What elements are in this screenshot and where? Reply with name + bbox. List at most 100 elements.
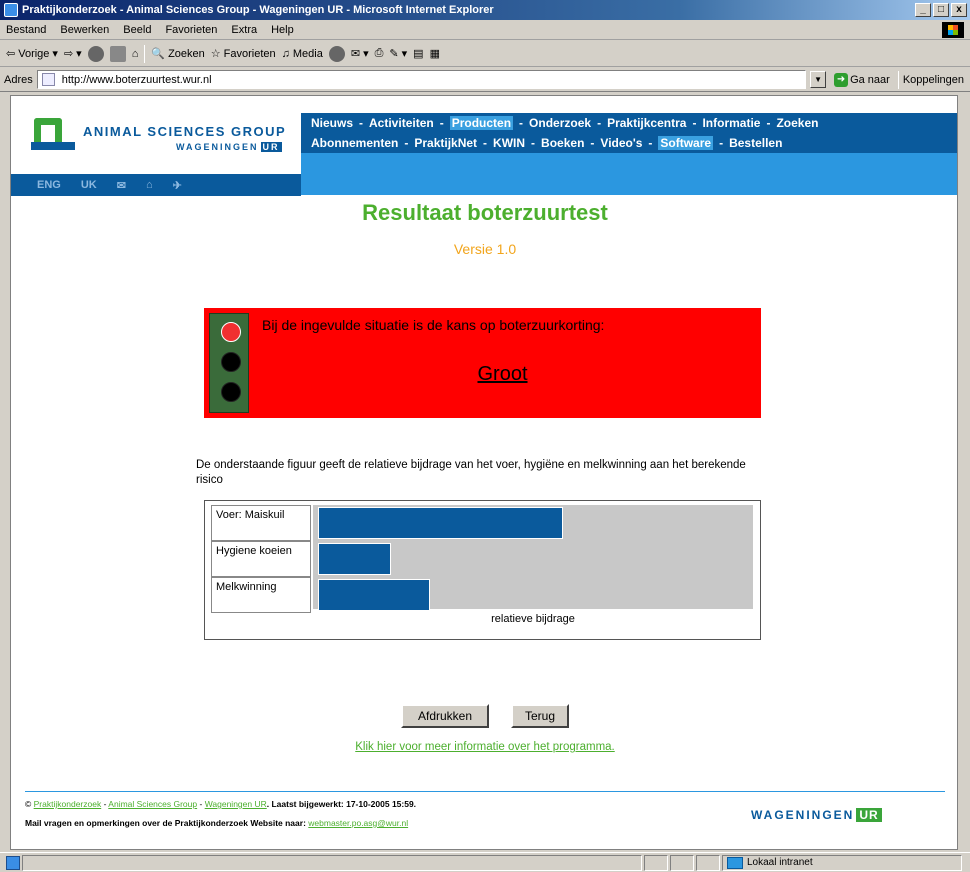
stop-button[interactable] [87, 45, 104, 62]
status-cell [696, 854, 720, 871]
edit-button[interactable]: ✎ ▾ [389, 47, 407, 60]
zone-label: Lokaal intranet [747, 857, 813, 868]
sub-nav: Abonnementen - PraktijkNet - KWIN - Boeken -… [301, 133, 957, 153]
forward-button[interactable]: ⇨ ▾ [64, 47, 82, 60]
mail-button[interactable]: ✉ ▾ [351, 47, 369, 60]
chart-category-label: Voer: Maiskuil [211, 505, 311, 541]
back-label: Vorige [18, 47, 50, 60]
favorites-label: Favorieten [223, 47, 276, 60]
nav-informatie[interactable]: Informatie [702, 116, 760, 130]
chart-category-label: Melkwinning [211, 577, 311, 613]
logo-wageningen: WAGENINGEN [176, 142, 259, 152]
chart-x-label: relatieve bijdrage [491, 613, 575, 625]
ie-app-icon [4, 3, 18, 17]
menu-bestand[interactable]: Bestand [6, 24, 46, 36]
footer-logo-ur: UR [856, 808, 882, 822]
footer-logo[interactable]: WAGENINGEN UR [751, 808, 882, 822]
more-info-link[interactable]: Klik hier voor meer informatie over het … [11, 741, 957, 753]
uk-icon[interactable]: UK [81, 179, 97, 191]
nav-bestellen[interactable]: Bestellen [729, 136, 782, 150]
search-icon: 🔍 [151, 48, 166, 60]
chevron-down-icon: ▾ [363, 48, 369, 60]
english-icon[interactable]: ENG [37, 179, 61, 191]
back-button[interactable]: ⇦ Vorige ▾ [6, 47, 58, 61]
route-icon[interactable]: ✈ [173, 179, 182, 192]
print-button[interactable]: Afdrukken [401, 704, 489, 728]
address-input[interactable]: http://www.boterzuurtest.wur.nl [36, 70, 807, 89]
printer-icon: ⎙ [374, 47, 384, 59]
footer-link-wur[interactable]: Wageningen UR [205, 799, 267, 809]
menu-bewerken[interactable]: Bewerken [60, 24, 109, 36]
risk-answer: Groot [477, 363, 528, 385]
media-button[interactable]: ♫ Media [282, 48, 323, 60]
favorites-button[interactable]: ☆ Favorieten [211, 47, 276, 61]
contribution-chart: Voer: Maiskuil Hygiene koeien Melkwinnin… [204, 500, 761, 640]
chevron-down-icon: ▾ [401, 48, 408, 60]
logo-ur: UR [260, 142, 282, 152]
menu-beeld[interactable]: Beeld [123, 24, 151, 36]
site-logo[interactable]: ANIMAL SCIENCES GROUP WAGENINGEN UR [11, 96, 301, 174]
red-light-icon [221, 322, 241, 342]
nav-praktijknet[interactable]: PraktijkNet [414, 136, 477, 150]
nav-kwin[interactable]: KWIN [493, 136, 525, 150]
menu-favorieten[interactable]: Favorieten [165, 24, 217, 36]
nav-producten[interactable]: Producten [449, 116, 514, 130]
nav-videos[interactable]: Video's [600, 136, 642, 150]
page-content: ANIMAL SCIENCES GROUP WAGENINGEN UR Nieuw… [10, 95, 958, 850]
chart-bar [318, 579, 430, 611]
refresh-button[interactable] [109, 45, 126, 62]
page-title: Resultaat boterzuurtest [362, 200, 608, 225]
nav-activiteiten[interactable]: Activiteiten [369, 116, 434, 130]
nav-abonnementen[interactable]: Abonnementen [311, 136, 398, 150]
messenger-button[interactable]: ▦ [430, 47, 440, 60]
status-text-cell [22, 854, 642, 871]
webmaster-email-link[interactable]: webmaster.po.asg@wur.nl [308, 818, 408, 828]
address-bar: Adres http://www.boterzuurtest.wur.nl ▼ … [0, 68, 970, 92]
address-url: http://www.boterzuurtest.wur.nl [61, 73, 212, 86]
page-icon [41, 73, 55, 86]
back-arrow-icon: ⇦ [6, 48, 16, 60]
search-button[interactable]: 🔍 Zoeken [151, 47, 204, 61]
discuss-button[interactable]: ▤ [413, 47, 423, 60]
home-button[interactable]: ⌂ [132, 48, 139, 60]
mail-text: Mail vragen en opmerkingen over de Prakt… [25, 818, 306, 828]
home-icon[interactable]: ⌂ [146, 179, 153, 191]
security-zone: Lokaal intranet [722, 854, 962, 871]
nav-zoeken[interactable]: Zoeken [776, 116, 818, 130]
links-button[interactable]: Koppelingen [903, 74, 970, 86]
go-label: Ga naar [850, 73, 890, 86]
go-button[interactable]: ➜ Ga naar [830, 72, 894, 87]
risk-result-box: Bij de ingevulde situatie is de kans op … [204, 308, 761, 418]
nav-praktijkcentra[interactable]: Praktijkcentra [607, 116, 686, 130]
discuss-icon: ▤ [413, 48, 424, 60]
chevron-down-icon: ▾ [76, 48, 82, 60]
footer-link-praktijkonderzoek[interactable]: Praktijkonderzoek [34, 799, 102, 809]
forward-arrow-icon: ⇨ [63, 48, 74, 60]
footer-link-asg[interactable]: Animal Sciences Group [108, 799, 197, 809]
history-button[interactable] [328, 45, 345, 62]
print-toolbar-button[interactable]: ⎙ [375, 47, 384, 60]
minimize-button[interactable]: _ [915, 3, 931, 17]
status-cell [670, 854, 694, 871]
maximize-button[interactable]: □ [933, 3, 949, 17]
close-button[interactable]: x [951, 3, 967, 17]
menu-help[interactable]: Help [271, 24, 294, 36]
messenger-icon: ▦ [429, 48, 440, 60]
address-label: Adres [4, 73, 33, 86]
toolbar: ⇦ Vorige ▾ ⇨ ▾ ⌂ 🔍 Zoeken ☆ Favorieten ♫ … [0, 41, 970, 67]
nav-software[interactable]: Software [658, 136, 714, 150]
address-dropdown[interactable]: ▼ [810, 71, 827, 88]
home-icon: ⌂ [131, 47, 139, 60]
page-version: Versie 1.0 [453, 241, 517, 257]
risk-question: Bij de ingevulde situatie is de kans op … [262, 317, 605, 333]
logo-text-asg: ANIMAL SCIENCES GROUP [83, 124, 287, 139]
menu-extra[interactable]: Extra [231, 24, 257, 36]
asg-logo-icon [31, 118, 75, 150]
nav-boeken[interactable]: Boeken [541, 136, 584, 150]
nav-nieuws[interactable]: Nieuws [311, 116, 353, 130]
nav-onderzoek[interactable]: Onderzoek [529, 116, 591, 130]
footer-logo-text: WAGENINGEN [751, 808, 855, 822]
back-page-button[interactable]: Terug [511, 704, 569, 728]
last-updated: . Laatst bijgewerkt: 17-10-2005 15:59. [266, 799, 417, 809]
mail-icon[interactable]: ✉ [117, 179, 126, 192]
